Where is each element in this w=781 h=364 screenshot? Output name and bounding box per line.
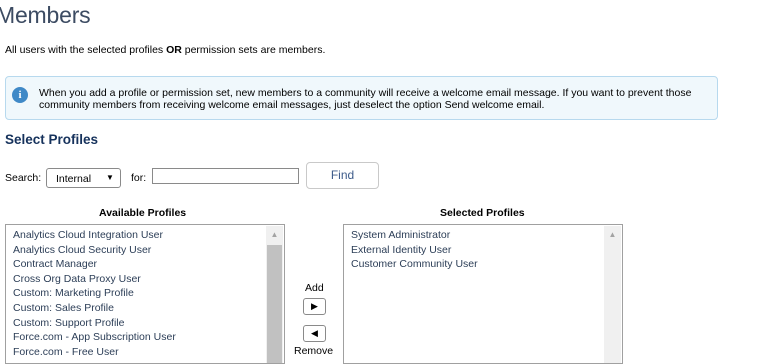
remove-label: Remove — [294, 345, 334, 357]
scroll-up-arrow-icon[interactable]: ▲ — [604, 226, 621, 243]
add-label: Add — [305, 282, 324, 294]
scroll-up-arrow-icon[interactable]: ▲ — [266, 226, 283, 243]
available-profiles-items: Analytics Cloud Integration User Analytic… — [6, 228, 176, 359]
list-item[interactable]: Analytics Cloud Integration User — [6, 228, 176, 243]
remove-arrow-button[interactable]: ◀ — [303, 325, 326, 342]
available-profiles-list[interactable]: Analytics Cloud Integration User Analytic… — [5, 224, 285, 364]
info-icon: i — [12, 87, 28, 103]
available-profiles-header: Available Profiles — [99, 207, 187, 219]
members-description: All users with the selected profiles OR … — [5, 44, 325, 56]
search-label: Search: — [5, 172, 42, 184]
intro-text-prefix: All users with the selected profiles — [5, 44, 167, 56]
intro-text-or: OR — [166, 44, 182, 56]
list-item[interactable]: Contract Manager — [6, 257, 176, 272]
arrow-left-icon: ◀ — [311, 328, 318, 338]
info-message-box: i When you add a profile or permission s… — [5, 76, 718, 120]
list-item[interactable]: Force.com - Free User — [6, 345, 176, 360]
available-list-scrollbar[interactable]: ▲ — [266, 226, 283, 363]
intro-text-suffix: permission sets are members. — [181, 44, 326, 56]
selected-list-scrollbar[interactable]: ▲ — [604, 226, 621, 363]
arrow-right-icon: ▶ — [311, 301, 318, 311]
select-profiles-heading: Select Profiles — [5, 132, 99, 147]
search-text-input[interactable] — [152, 168, 299, 184]
list-item[interactable]: Customer Community User — [344, 257, 478, 272]
dropdown-arrow-icon: ▼ — [106, 173, 114, 182]
find-button[interactable]: Find — [306, 162, 379, 189]
selected-profiles-items: System Administrator External Identity Us… — [344, 228, 478, 272]
list-item[interactable]: Analytics Cloud Security User — [6, 243, 176, 258]
list-item[interactable]: Custom: Marketing Profile — [6, 286, 176, 301]
scroll-thumb[interactable] — [267, 245, 282, 363]
list-item[interactable]: Force.com - App Subscription User — [6, 330, 176, 345]
selected-profiles-header: Selected Profiles — [440, 207, 525, 219]
list-item[interactable]: External Identity User — [344, 243, 478, 258]
add-arrow-button[interactable]: ▶ — [303, 298, 326, 315]
list-item[interactable]: Cross Org Data Proxy User — [6, 272, 176, 287]
search-type-select[interactable]: Internal ▼ — [46, 168, 121, 188]
list-item[interactable]: Custom: Support Profile — [6, 316, 176, 331]
list-item[interactable]: Custom: Sales Profile — [6, 301, 176, 316]
for-label: for: — [131, 172, 147, 184]
search-type-value: Internal — [56, 173, 92, 185]
list-item[interactable]: System Administrator — [344, 228, 478, 243]
info-message-text: When you add a profile or permission set… — [39, 87, 692, 111]
selected-profiles-list[interactable]: System Administrator External Identity Us… — [343, 224, 623, 364]
page-title: Members — [0, 2, 91, 28]
